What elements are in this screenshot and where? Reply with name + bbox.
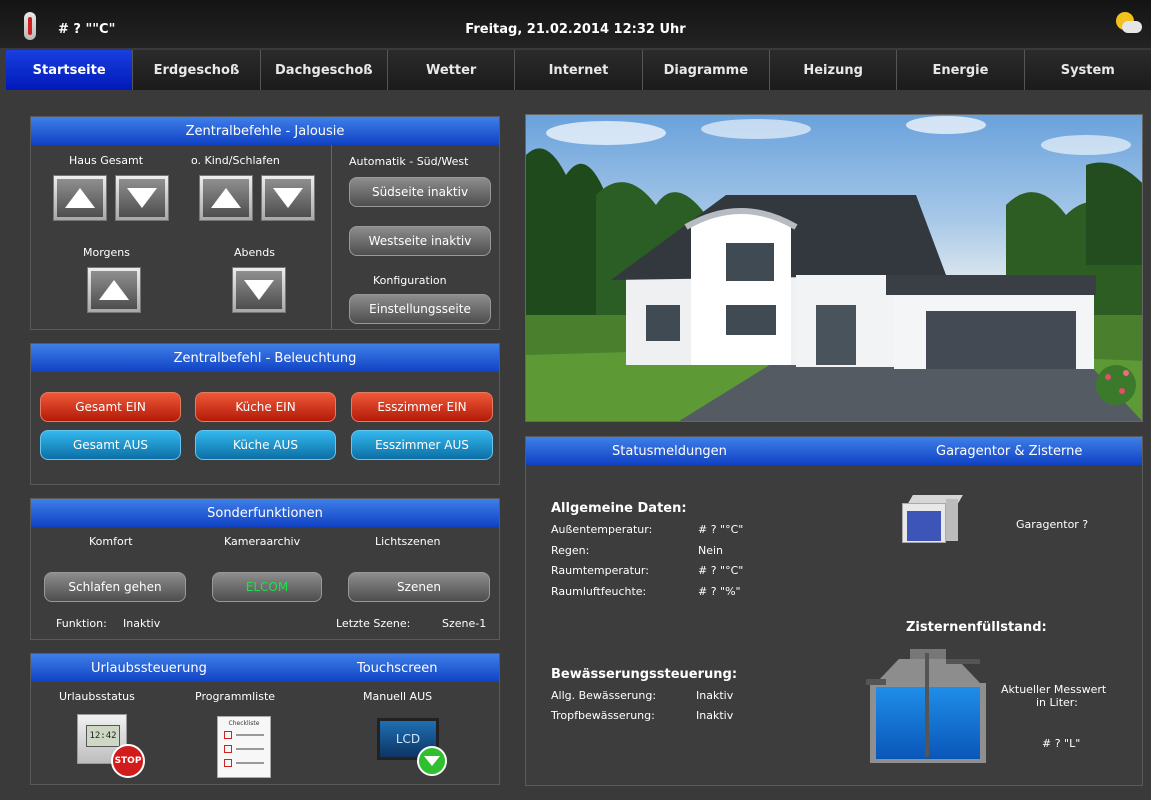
jalousie-divider — [331, 145, 332, 329]
schlafen-gehen-button[interactable]: Schlafen gehen — [44, 572, 186, 602]
sonderfunktionen-panel-title: Sonderfunktionen — [31, 499, 499, 527]
lcd-label: LCD — [395, 732, 421, 746]
garage-icon[interactable] — [902, 495, 963, 545]
suedseite-button[interactable]: Südseite inaktiv — [349, 177, 491, 207]
konfiguration-label: Konfiguration — [373, 274, 447, 287]
arrow-up-icon — [65, 188, 95, 208]
funktion-label: Funktion: — [56, 617, 107, 630]
manuell-aus-label: Manuell AUS — [363, 690, 433, 703]
main-navigation: Startseite Erdgeschoß Dachgeschoß Wetter… — [6, 50, 1151, 90]
abends-down-button[interactable] — [232, 267, 286, 313]
kueche-ein-button[interactable]: Küche EIN — [195, 392, 336, 422]
gesamt-ein-button[interactable]: Gesamt EIN — [40, 392, 181, 422]
checklist-title: Checkliste — [228, 720, 260, 727]
arrow-down-icon — [244, 280, 274, 300]
haus-down-button[interactable] — [115, 175, 169, 221]
vacation-clock-stop-icon[interactable]: 12:42 STOP — [75, 714, 147, 778]
arrow-down-icon — [127, 188, 157, 208]
messwert-label-2: in Liter: — [1036, 696, 1078, 709]
status-panel-title: Statusmeldungen Garagentor & Zisterne — [526, 437, 1142, 465]
letzte-szene-value: Szene-1 — [442, 617, 487, 630]
tab-energie[interactable]: Energie — [896, 50, 1024, 90]
tab-wetter[interactable]: Wetter — [386, 50, 515, 90]
regen-label: Regen: — [551, 544, 590, 557]
allgemeine-daten-heading: Allgemeine Daten: — [551, 501, 687, 516]
status-panel: Statusmeldungen Garagentor & Zisterne Al… — [525, 436, 1143, 786]
top-bar: # ? ""C" Freitag, 21.02.2014 12:32 Uhr — [0, 0, 1151, 48]
garagentor-status: Garagentor ? — [1016, 518, 1089, 531]
urlaub-panel-title: Urlaubssteuerung Touchscreen — [31, 654, 499, 682]
tab-internet[interactable]: Internet — [514, 50, 642, 90]
statusmeldungen-title: Statusmeldungen — [612, 443, 727, 459]
raumluftfeuchte-label: Raumluftfeuchte: — [551, 585, 647, 598]
regen-value: Nein — [698, 544, 724, 557]
szenen-button[interactable]: Szenen — [348, 572, 490, 602]
raumtemperatur-value: # ? "°C" — [698, 564, 744, 577]
garagentor-zisterne-title: Garagentor & Zisterne — [936, 443, 1083, 459]
esszimmer-aus-button[interactable]: Esszimmer AUS — [351, 430, 493, 460]
datetime: Freitag, 21.02.2014 12:32 Uhr — [465, 22, 686, 37]
tropfbewaesserung-value: Inaktiv — [696, 709, 734, 722]
tropfbewaesserung-label: Tropfbewässerung: — [551, 709, 655, 722]
zisterne-liter-value: # ? "L" — [1042, 737, 1081, 750]
komfort-label: Komfort — [89, 535, 133, 548]
aussentemperatur-value: # ? "°C" — [698, 523, 744, 536]
haus-gesamt-label: Haus Gesamt — [69, 154, 144, 167]
lichtszenen-label: Lichtszenen — [375, 535, 441, 548]
house-image — [525, 114, 1143, 422]
einstellungsseite-button[interactable]: Einstellungsseite — [349, 294, 491, 324]
esszimmer-ein-button[interactable]: Esszimmer EIN — [351, 392, 493, 422]
bewaesserung-heading: Bewässerungssteuerung: — [551, 667, 738, 682]
westseite-button[interactable]: Westseite inaktiv — [349, 226, 491, 256]
gesamt-aus-button[interactable]: Gesamt AUS — [40, 430, 181, 460]
clock-display: 12:42 — [86, 725, 120, 747]
allg-bewaesserung-label: Allg. Bewässerung: — [551, 689, 657, 702]
tab-system[interactable]: System — [1023, 50, 1151, 90]
tab-diagramme[interactable]: Diagramme — [641, 50, 769, 90]
house-illustration — [526, 116, 1142, 421]
kind-schlafen-label: o. Kind/Schlafen — [191, 154, 280, 167]
urlaub-panel: Urlaubssteuerung Touchscreen Urlaubsstat… — [30, 653, 500, 785]
aussentemperatur-label: Außentemperatur: — [551, 523, 653, 536]
zisterne-heading: Zisternenfüllstand: — [906, 620, 1047, 635]
urlaubsstatus-label: Urlaubsstatus — [59, 690, 135, 703]
raumluftfeuchte-value: # ? "%" — [698, 585, 741, 598]
kameraarchiv-label: Kameraarchiv — [224, 535, 301, 548]
touchscreen-title: Touchscreen — [357, 660, 438, 676]
urlaubssteuerung-title: Urlaubssteuerung — [91, 660, 207, 676]
haus-up-button[interactable] — [53, 175, 107, 221]
raumtemperatur-label: Raumtemperatur: — [551, 564, 649, 577]
tab-dachgeschoss[interactable]: Dachgeschoß — [259, 50, 387, 90]
cistern-icon — [866, 649, 986, 763]
jalousie-panel: Zentralbefehle - Jalousie Haus Gesamt o.… — [30, 116, 500, 330]
tab-erdgeschoss[interactable]: Erdgeschoß — [132, 50, 260, 90]
programmliste-label: Programmliste — [195, 690, 276, 703]
tab-heizung[interactable]: Heizung — [768, 50, 897, 90]
sonderfunktionen-panel: Sonderfunktionen Komfort Kameraarchiv Li… — [30, 498, 500, 640]
arrow-up-icon — [211, 188, 241, 208]
morgens-label: Morgens — [83, 246, 131, 259]
funktion-value: Inaktiv — [123, 617, 161, 630]
stop-label: STOP — [114, 756, 142, 766]
beleuchtung-panel: Zentralbefehl - Beleuchtung Gesamt EIN K… — [30, 343, 500, 485]
kind-up-button[interactable] — [199, 175, 253, 221]
kameraarchiv-button[interactable]: ELCOM — [212, 572, 322, 602]
arrow-up-icon — [99, 280, 129, 300]
morgens-up-button[interactable] — [87, 267, 141, 313]
beleuchtung-panel-title: Zentralbefehl - Beleuchtung — [31, 344, 499, 372]
weather-sun-cloud-icon — [1114, 12, 1142, 34]
checklist-icon[interactable]: Checkliste — [217, 716, 271, 778]
lcd-off-icon[interactable]: LCD — [377, 718, 449, 778]
letzte-szene-label: Letzte Szene: — [336, 617, 411, 630]
jalousie-panel-title: Zentralbefehle - Jalousie — [31, 117, 499, 145]
allg-bewaesserung-value: Inaktiv — [696, 689, 734, 702]
tab-startseite[interactable]: Startseite — [6, 50, 133, 90]
kueche-aus-button[interactable]: Küche AUS — [195, 430, 336, 460]
abends-label: Abends — [234, 246, 275, 259]
automatik-label: Automatik - Süd/West — [349, 155, 469, 168]
arrow-down-icon — [273, 188, 303, 208]
kind-down-button[interactable] — [261, 175, 315, 221]
messwert-label-1: Aktueller Messwert — [1001, 683, 1107, 696]
